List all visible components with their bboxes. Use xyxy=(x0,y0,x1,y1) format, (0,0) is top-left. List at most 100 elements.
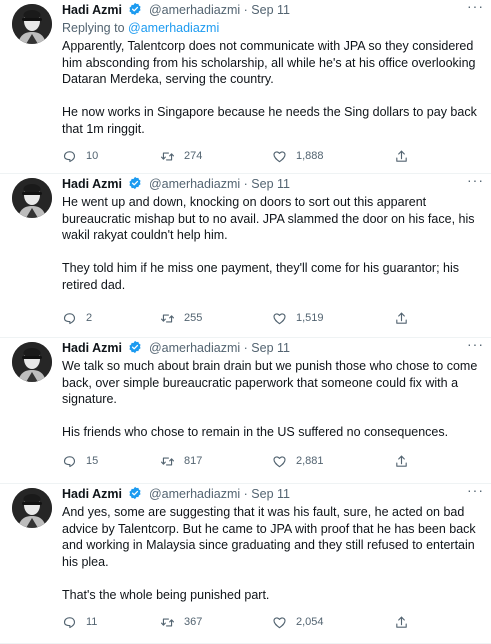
heart-icon xyxy=(273,150,286,162)
tweet-text: We talk so much about brain drain but we… xyxy=(62,358,480,441)
replying-to: Replying to @amerhadiazmi xyxy=(62,20,480,36)
author-name[interactable]: Hadi Azmi xyxy=(62,177,122,191)
retweet-icon xyxy=(161,457,174,465)
share-icon xyxy=(396,150,407,162)
avatar-image xyxy=(12,178,52,218)
heart-icon xyxy=(273,455,286,467)
share-button[interactable] xyxy=(394,308,418,328)
tweet[interactable]: Hadi Azmi @amerhadiazmi · Sep 11 He went… xyxy=(0,173,491,338)
author-name[interactable]: Hadi Azmi xyxy=(62,3,122,17)
tweet[interactable]: Hadi Azmi @amerhadiazmi · Sep 11 And yes… xyxy=(0,483,491,644)
retweet-count: 255 xyxy=(184,312,203,324)
share-button[interactable] xyxy=(394,612,418,632)
reply-button[interactable]: 10 xyxy=(62,146,98,166)
tweet-date[interactable]: Sep 11 xyxy=(251,341,290,355)
share-button[interactable] xyxy=(394,451,418,471)
like-button[interactable]: 1,519 xyxy=(272,308,324,328)
retweet-button[interactable]: 817 xyxy=(160,451,202,471)
avatar[interactable] xyxy=(12,488,52,528)
author-name[interactable]: Hadi Azmi xyxy=(62,341,122,355)
tweet-body: Hadi Azmi @amerhadiazmi · Sep 11 And yes… xyxy=(62,484,480,603)
author-handle[interactable]: @amerhadiazmi xyxy=(149,341,240,355)
tweet-paragraph: They told him if he miss one payment, th… xyxy=(62,261,460,292)
tweet-actions: 15 817 2,881 xyxy=(62,451,422,471)
tweet[interactable]: Hadi Azmi @amerhadiazmi · Sep 11 We talk… xyxy=(0,337,491,484)
tweet-text: He went up and down, knocking on doors t… xyxy=(62,194,480,293)
like-button[interactable]: 1,888 xyxy=(272,146,324,166)
avatar-image xyxy=(12,488,52,528)
share-button[interactable] xyxy=(394,146,418,166)
verified-badge-icon xyxy=(129,340,141,354)
tweet-body: Hadi Azmi @amerhadiazmi · Sep 11 He went… xyxy=(62,174,480,293)
tweet-header: Hadi Azmi @amerhadiazmi · Sep 11 xyxy=(62,484,480,504)
retweet-button[interactable]: 255 xyxy=(160,308,202,328)
avatar[interactable] xyxy=(12,342,52,382)
like-button[interactable]: 2,054 xyxy=(272,612,324,632)
avatar-image xyxy=(12,4,52,44)
tweet-body: Hadi Azmi @amerhadiazmi · Sep 11 Replyin… xyxy=(62,0,480,137)
reply-button[interactable]: 15 xyxy=(62,451,98,471)
tweet-actions: 10 274 1,888 xyxy=(62,146,422,166)
reply-icon xyxy=(63,455,76,467)
separator-dot: · xyxy=(243,487,248,501)
more-icon[interactable]: ··· xyxy=(467,337,483,354)
avatar[interactable] xyxy=(12,4,52,44)
reply-count: 11 xyxy=(86,616,98,628)
tweet-header: Hadi Azmi @amerhadiazmi · Sep 11 xyxy=(62,174,480,194)
more-icon[interactable]: ··· xyxy=(467,173,483,190)
share-icon xyxy=(396,455,407,467)
tweet-paragraph: He went up and down, knocking on doors t… xyxy=(62,195,475,242)
avatar-image xyxy=(12,342,52,382)
tweet-paragraph: We talk so much about brain drain but we… xyxy=(62,359,478,406)
tweet-actions: 2 255 1,519 xyxy=(62,308,422,328)
tweet[interactable]: Hadi Azmi @amerhadiazmi · Sep 11 Replyin… xyxy=(0,0,491,174)
reply-button[interactable]: 2 xyxy=(62,308,92,328)
reply-icon xyxy=(63,312,76,324)
heart-icon xyxy=(273,312,286,324)
reply-count: 10 xyxy=(86,150,99,162)
tweet-date[interactable]: Sep 11 xyxy=(251,3,290,17)
tweet-paragraph: His friends who chose to remain in the U… xyxy=(62,425,449,439)
reply-icon xyxy=(63,150,76,162)
replying-to-label: Replying to xyxy=(62,21,125,35)
avatar[interactable] xyxy=(12,178,52,218)
tweet-actions: 11 367 2,054 xyxy=(62,612,422,632)
reply-count: 2 xyxy=(86,312,93,324)
tweet-date[interactable]: Sep 11 xyxy=(251,177,290,191)
retweet-count: 817 xyxy=(184,455,203,467)
more-icon[interactable]: ··· xyxy=(467,483,483,500)
like-count: 1,888 xyxy=(296,150,324,162)
tweet-paragraph: And yes, some are suggesting that it was… xyxy=(62,505,476,569)
like-count: 2,054 xyxy=(296,616,324,628)
share-icon xyxy=(396,616,407,628)
tweet-header: Hadi Azmi @amerhadiazmi · Sep 11 xyxy=(62,0,480,20)
tweet-text: And yes, some are suggesting that it was… xyxy=(62,504,480,603)
reply-count: 15 xyxy=(86,455,99,467)
reply-button[interactable]: 11 xyxy=(62,612,97,632)
tweet-paragraph: That's the whole being punished part. xyxy=(62,587,270,602)
author-handle[interactable]: @amerhadiazmi xyxy=(149,487,240,501)
like-button[interactable]: 2,881 xyxy=(272,451,324,471)
separator-dot: · xyxy=(243,3,248,17)
retweet-count: 274 xyxy=(184,150,203,162)
replying-to-mention[interactable]: @amerhadiazmi xyxy=(128,21,219,35)
author-name[interactable]: Hadi Azmi xyxy=(62,487,122,501)
tweet-date[interactable]: Sep 11 xyxy=(251,487,290,501)
verified-badge-icon xyxy=(129,2,141,16)
author-handle[interactable]: @amerhadiazmi xyxy=(149,177,240,191)
like-count: 2,881 xyxy=(296,455,324,467)
separator-dot: · xyxy=(243,177,248,191)
retweet-button[interactable]: 367 xyxy=(160,612,202,632)
retweet-button[interactable]: 274 xyxy=(160,146,202,166)
retweet-icon xyxy=(161,618,174,626)
like-count: 1,519 xyxy=(296,312,324,324)
share-icon xyxy=(396,312,407,324)
heart-icon xyxy=(273,616,286,628)
tweet-body: Hadi Azmi @amerhadiazmi · Sep 11 We talk… xyxy=(62,338,480,441)
tweet-header: Hadi Azmi @amerhadiazmi · Sep 11 xyxy=(62,338,480,358)
verified-badge-icon xyxy=(129,486,141,500)
author-handle[interactable]: @amerhadiazmi xyxy=(149,3,240,17)
more-icon[interactable]: ··· xyxy=(467,0,483,16)
tweet-paragraph: Apparently, Talentcorp does not communic… xyxy=(62,39,476,86)
reply-icon xyxy=(63,616,76,628)
